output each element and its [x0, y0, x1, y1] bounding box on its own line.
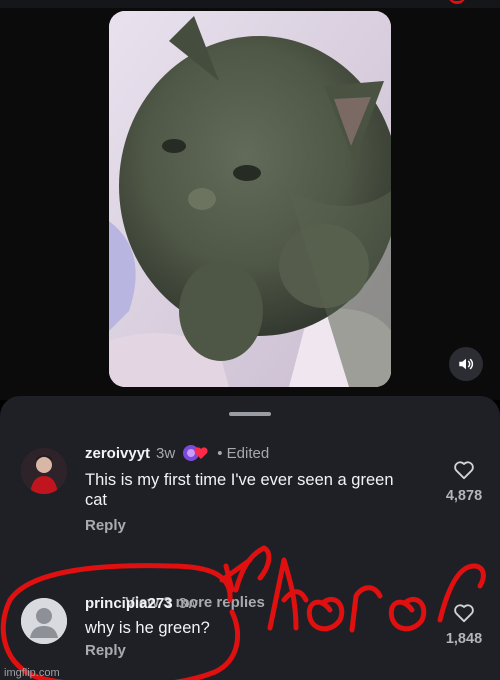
like-count: 1,848 [445, 631, 483, 647]
comment-meta: principia273 3w [85, 593, 198, 613]
like-button[interactable]: 1,848 [438, 603, 490, 647]
heart-badge-icon [181, 443, 211, 463]
heart-outline-icon [454, 461, 474, 480]
avatar[interactable] [21, 448, 67, 494]
user-avatar-image [21, 448, 67, 494]
heart-outline-icon [454, 604, 474, 623]
comment-text: This is my first time I've ever seen a g… [85, 471, 394, 509]
edited-label: • Edited [217, 444, 270, 462]
comment-time: 3w [156, 444, 176, 462]
comments-sheet: zeroivyyt 3w • Edited This is my first t… [0, 396, 500, 680]
comment-text: why is he green? [85, 619, 210, 637]
watermark: imgflip.com [4, 667, 60, 679]
username[interactable]: zeroivyyt [85, 445, 150, 462]
top-strip [0, 0, 500, 8]
reply-button[interactable]: Reply [85, 517, 126, 534]
like-count: 4,878 [445, 488, 483, 504]
default-avatar-icon [21, 598, 67, 644]
kitten-photo[interactable] [109, 11, 391, 387]
like-button[interactable]: 4,878 [438, 460, 490, 504]
comment-time: 3w [178, 594, 198, 612]
reply-button[interactable]: Reply [85, 642, 126, 659]
comment-meta: zeroivyyt 3w • Edited [85, 443, 269, 463]
speaker-icon [459, 358, 474, 370]
kitten-image [109, 11, 391, 387]
drag-handle[interactable] [229, 412, 271, 416]
avatar[interactable] [21, 598, 67, 644]
username[interactable]: principia273 [85, 595, 173, 612]
video-area [0, 0, 500, 400]
sound-button[interactable] [449, 347, 483, 381]
